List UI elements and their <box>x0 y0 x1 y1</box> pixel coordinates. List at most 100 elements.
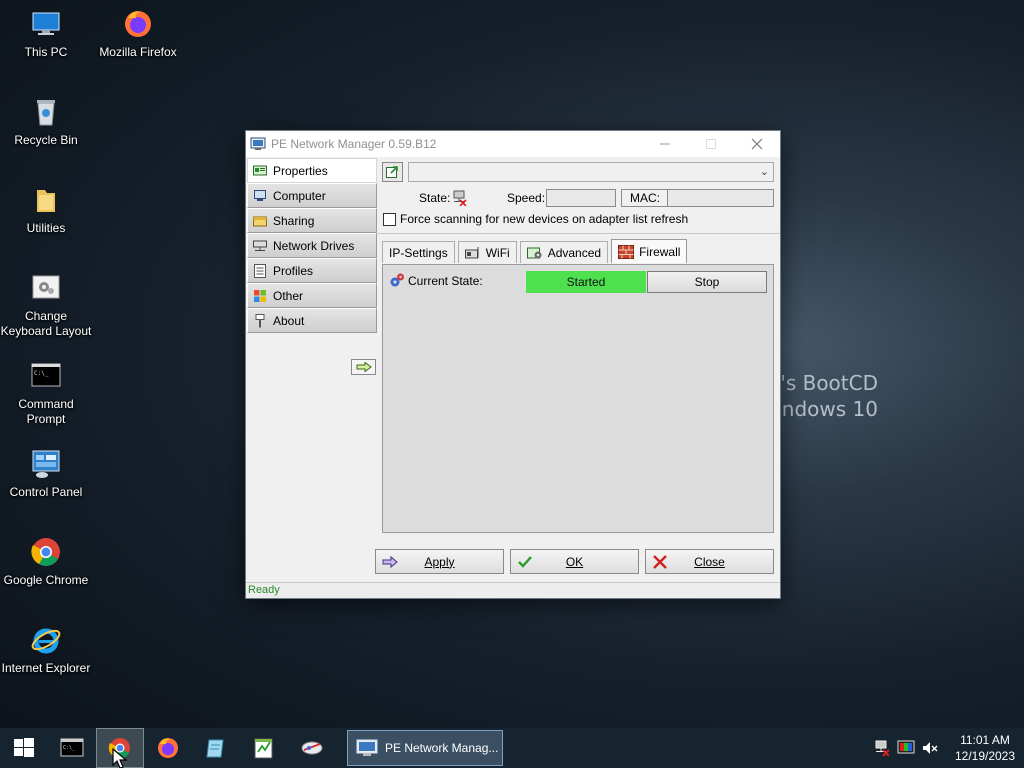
nav-item-label: Computer <box>273 188 326 203</box>
speed-label: Speed: <box>507 191 546 205</box>
apply-button[interactable]: Apply <box>375 549 504 574</box>
state-label: State: <box>419 191 451 205</box>
adapter-dropdown[interactable]: ⌄ <box>408 162 774 182</box>
desktop-icon-label: Utilities <box>26 221 66 235</box>
folder-share-icon <box>253 216 267 226</box>
close-icon <box>751 138 763 150</box>
network-disconnected-icon <box>453 190 467 206</box>
export-arrow-icon <box>385 166 398 178</box>
volume-muted-icon[interactable] <box>921 739 939 757</box>
nav-item-computer[interactable]: Computer <box>247 183 377 208</box>
close-button-label: Close <box>694 554 725 569</box>
desktop-icon-chrome[interactable]: Google Chrome <box>0 536 92 588</box>
chrome-icon <box>31 538 60 566</box>
taskbar-editor[interactable] <box>240 728 288 768</box>
taskbar-command-prompt[interactable]: C:\_ <box>48 728 96 768</box>
nav-item-network-drives[interactable]: Network Drives <box>247 233 377 258</box>
tab-advanced[interactable]: Advanced <box>519 241 609 263</box>
nav-item-profiles[interactable]: Profiles <box>247 258 377 283</box>
status-bar: Ready <box>246 582 780 598</box>
tab-ip-settings[interactable]: IP-Settings <box>382 241 455 263</box>
desktop-icon-control-panel[interactable]: Control Panel <box>0 448 92 500</box>
desktop-icon-command-prompt[interactable]: C:\_ Command Prompt <box>0 360 92 427</box>
desktop-icon-this-pc[interactable]: This PC <box>0 8 92 60</box>
desktop-icon-label: Google Chrome <box>3 573 89 587</box>
force-scan-label: Force scanning for new devices on adapte… <box>400 212 689 226</box>
firefox-icon <box>125 11 151 37</box>
nav-item-properties[interactable]: Properties <box>247 158 377 183</box>
wifi-card-icon <box>464 246 479 258</box>
current-state-label: Current State: <box>408 274 483 288</box>
recycle-bin-icon <box>37 100 55 126</box>
adapter-refresh-button[interactable] <box>382 162 403 182</box>
start-button[interactable] <box>0 728 48 768</box>
close-icon <box>653 554 667 569</box>
maximize-button[interactable] <box>688 131 734 157</box>
taskbar-task-label: PE Network Manag... <box>385 741 499 755</box>
nav-item-label: Network Drives <box>273 238 355 253</box>
force-scan-checkbox-row[interactable]: Force scanning for new devices on adapte… <box>383 212 688 226</box>
desktop-icon-label: Control Panel <box>9 485 83 499</box>
desktop-icon-keyboard-layout[interactable]: Change Keyboard Layout <box>0 272 92 339</box>
firewall-stop-button[interactable]: Stop <box>647 271 767 293</box>
firewall-tab-page: Current State: Started Stop <box>382 264 774 533</box>
desktop-icon-utilities[interactable]: Utilities <box>0 184 92 236</box>
tab-wifi[interactable]: WiFi <box>457 241 517 263</box>
close-button[interactable]: Close <box>645 549 774 574</box>
desktop-icon-recycle-bin[interactable]: Recycle Bin <box>0 96 92 148</box>
svg-text:C:\_: C:\_ <box>34 370 49 377</box>
network-card-icon <box>253 165 267 175</box>
mac-field: MAC: <box>621 189 774 207</box>
title-bar[interactable]: PE Network Manager 0.59.B12 <box>246 131 780 157</box>
computer-icon <box>254 189 266 201</box>
firewall-icon <box>618 244 635 259</box>
desktop-icon-label: Internet Explorer <box>1 661 91 675</box>
checkmark-icon <box>518 555 532 568</box>
desktop-icon-firefox[interactable]: Mozilla Firefox <box>92 8 184 60</box>
clock[interactable]: 11:01 AM 12/19/2023 <box>946 732 1024 764</box>
network-disconnected-icon[interactable] <box>873 739 891 757</box>
apply-button-label: Apply <box>424 554 455 569</box>
nav-item-label: Profiles <box>273 263 314 278</box>
tab-label: Advanced <box>547 245 602 260</box>
command-prompt-icon: C:\_ <box>60 738 84 757</box>
desktop-icon-internet-explorer[interactable]: Internet Explorer <box>0 624 92 676</box>
mouse-pointer-icon <box>112 748 128 768</box>
tab-strip: IP-Settings WiFi Advanced Firewall <box>382 239 690 263</box>
network-manager-app-icon <box>356 739 378 756</box>
nav-item-label: Properties <box>273 163 328 178</box>
nav-item-label: About <box>273 313 305 328</box>
minimize-icon <box>660 143 670 145</box>
taskbar-task-pe-network-manager[interactable]: PE Network Manag... <box>347 730 503 766</box>
minimize-button[interactable] <box>642 131 688 157</box>
nav-item-sharing[interactable]: Sharing <box>247 208 377 233</box>
ok-button[interactable]: OK <box>510 549 639 574</box>
about-icon <box>255 313 265 327</box>
display-settings-icon[interactable] <box>897 739 915 757</box>
window-title: PE Network Manager 0.59.B12 <box>271 137 437 151</box>
edit-document-icon <box>254 738 273 759</box>
collapse-nav-button[interactable] <box>351 359 376 375</box>
nav-item-other[interactable]: Other <box>247 283 377 308</box>
nav-item-about[interactable]: About <box>247 308 377 333</box>
tab-label: WiFi <box>485 245 510 260</box>
mac-label: MAC: <box>622 190 668 206</box>
nav-item-label: Other <box>273 288 304 303</box>
force-scan-checkbox[interactable] <box>383 212 396 226</box>
close-window-button[interactable] <box>734 131 780 157</box>
network-manager-app-icon <box>250 137 266 150</box>
taskbar-notepad[interactable] <box>192 728 240 768</box>
tab-firewall[interactable]: Firewall <box>611 239 688 263</box>
windows-logo-icon <box>254 289 266 302</box>
pe-network-manager-window: PE Network Manager 0.59.B12 Properties C… <box>245 130 781 599</box>
clock-date: 12/19/2023 <box>954 749 1016 763</box>
network-tool-icon <box>301 741 323 755</box>
ok-button-label: OK <box>565 554 584 569</box>
maximize-icon <box>706 139 716 149</box>
taskbar-firefox[interactable] <box>144 728 192 768</box>
taskbar: C:\_ PE Network Manag... 11:01 AM 12/19/… <box>0 728 1024 768</box>
gears-icon <box>390 273 404 287</box>
taskbar-network-tool[interactable] <box>288 728 336 768</box>
desktop-icon-label: Mozilla Firefox <box>99 45 177 59</box>
internet-explorer-icon <box>31 628 61 654</box>
